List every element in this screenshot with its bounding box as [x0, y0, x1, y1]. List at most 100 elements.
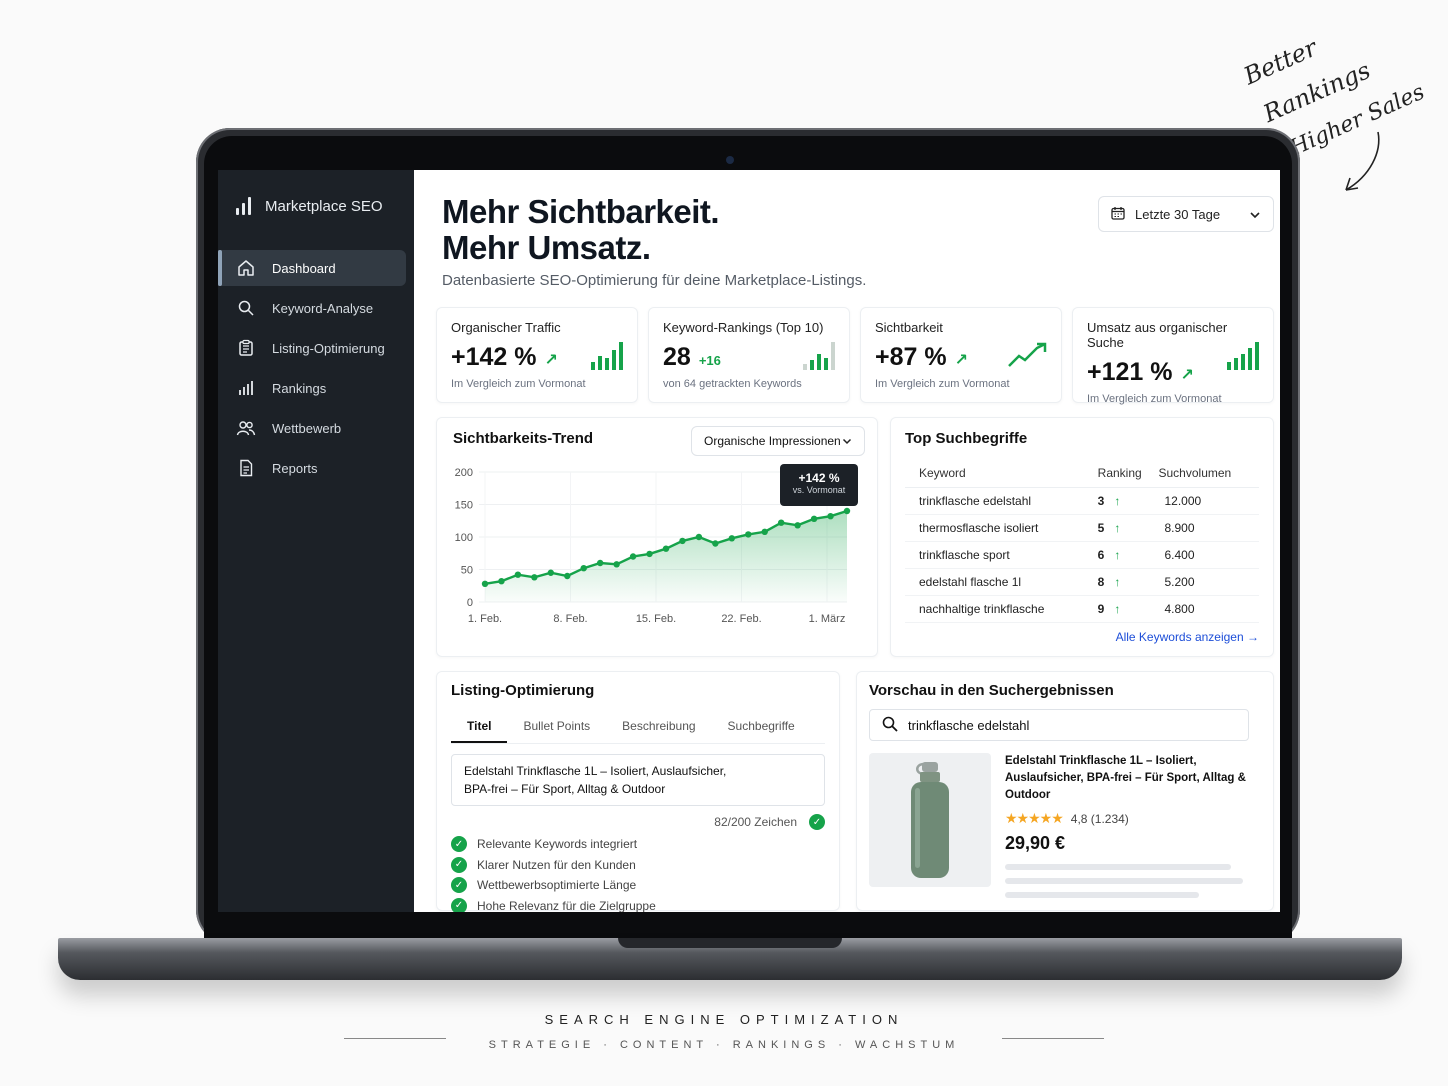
data-point — [564, 572, 571, 580]
sidebar-item-rankings[interactable]: Rankings — [218, 370, 406, 406]
tab-titel[interactable]: Titel — [451, 713, 508, 743]
kpi-note: von 64 getrackten Keywords — [663, 378, 802, 390]
list-item: ✓ Wettbewerbsoptimierte Länge — [451, 875, 825, 896]
char-count-row: 82/200 Zeichen ✓ — [451, 814, 825, 830]
visibility-trend-card: Sichtbarkeits-Trend Organische Impressio… — [436, 417, 878, 657]
placeholder-line — [1005, 864, 1231, 870]
check-label: Wettbewerbsoptimierte Länge — [477, 878, 637, 893]
tooltip-value: +142 % — [798, 471, 840, 485]
kpi-card-organic-traffic[interactable]: Organischer Traffic +142 % ↗ Im Vergleic… — [436, 307, 638, 403]
data-point — [547, 569, 555, 576]
sidebar-item-wettbewerb[interactable]: Wettbewerb — [218, 410, 406, 446]
x-tick-label: 15. Feb. — [636, 613, 676, 625]
list-item: ✓ Klarer Nutzen für den Kunden — [451, 855, 825, 876]
data-point — [596, 559, 604, 567]
tab-bullet-points[interactable]: Bullet Points — [507, 713, 606, 743]
mini-bar-chart-icon — [803, 342, 835, 370]
data-point — [481, 580, 489, 587]
list-item: ✓ Hohe Relevanz für die Zielgruppe — [451, 896, 825, 912]
data-point — [761, 528, 768, 535]
data-point — [810, 515, 818, 522]
kpi-label: Organischer Traffic — [451, 320, 561, 335]
data-point — [843, 507, 851, 515]
laptop-notch — [618, 938, 842, 948]
kpi-note: Im Vergleich zum Vormonat — [875, 378, 1010, 390]
trend-up-arrow-icon: ↗ — [1180, 367, 1194, 384]
card-title: Listing-Optimierung — [451, 682, 595, 699]
sidebar-item-reports[interactable]: Reports — [218, 450, 406, 486]
mini-bar-chart-icon — [591, 342, 623, 370]
all-keywords-link[interactable]: Alle Keywords anzeigen → — [1116, 630, 1259, 644]
listing-title-field[interactable]: Edelstahl Trinkflasche 1L – Isoliert, Au… — [451, 754, 825, 806]
kpi-label: Sichtbarkeit — [875, 320, 943, 335]
y-tick-label: 200 — [455, 467, 473, 479]
table-row[interactable]: trinkflasche sport 6 ↑ 6.400 — [905, 541, 1259, 569]
sidebar-item-listing-optimierung[interactable]: Listing-Optimierung — [218, 330, 406, 366]
table-row[interactable]: edelstahl flasche 1l 8 ↑ 5.200 — [905, 568, 1259, 596]
sidebar-item-label: Dashboard — [272, 260, 336, 276]
table-row[interactable]: trinkflasche edelstahl 3 ↑ 12.000 — [905, 487, 1259, 515]
rank-cell: 8 ↑ — [1097, 568, 1159, 596]
row-listing-serp: Listing-Optimierung Titel Bullet Points … — [436, 671, 1274, 912]
bottle-image — [911, 762, 949, 878]
listing-optimization-card: Listing-Optimierung Titel Bullet Points … — [436, 671, 840, 912]
result-title-line-1: Edelstahl Trinkflasche 1L – Isoliert, — [1005, 755, 1197, 767]
x-tick-label: 8. Feb. — [553, 613, 587, 625]
y-tick-label: 100 — [455, 532, 473, 544]
date-range-dropdown[interactable]: Letzte 30 Tage — [1098, 196, 1274, 232]
search-icon — [236, 298, 256, 318]
footer-caption: SEARCH ENGINE OPTIMIZATION STRATEGIE · C… — [0, 1012, 1448, 1051]
search-input[interactable]: trinkflasche edelstahl — [869, 709, 1249, 741]
bar-chart-logo-icon — [236, 197, 251, 215]
y-tick-label: 0 — [467, 597, 473, 609]
table-row[interactable]: nachhaltige trinkflasche 9 ↑ 4.800 — [905, 595, 1259, 623]
arrow-up-icon: ↑ — [1114, 574, 1121, 589]
page-subtitle: Datenbasierte SEO-Optimierung für deine … — [442, 272, 867, 289]
kpi-card-keyword-rankings[interactable]: Keyword-Rankings (Top 10) 28 +16 von 64 … — [648, 307, 850, 403]
rating: ★★★★★ 4,8 (1.234) — [1005, 810, 1261, 827]
kpi-card-umsatz[interactable]: Umsatz aus organischer Suche +121 % ↗ Im… — [1072, 307, 1274, 405]
rank-cell: 5 ↑ — [1097, 514, 1159, 542]
check-circle-icon: ✓ — [451, 836, 467, 853]
result-title[interactable]: Edelstahl Trinkflasche 1L – Isoliert, Au… — [1005, 753, 1261, 804]
data-point — [613, 561, 620, 568]
clipboard-icon — [236, 338, 256, 358]
data-point — [777, 519, 785, 526]
kpi-row: Organischer Traffic +142 % ↗ Im Vergleic… — [436, 307, 1274, 405]
keyword-cell: edelstahl flasche 1l — [905, 568, 1098, 596]
table-row[interactable]: thermosflasche isoliert 5 ↑ 8.900 — [905, 514, 1259, 542]
result-title-line-2: Auslaufsicher, BPA-frei – Für Sport, All… — [1005, 772, 1246, 801]
trend-line-icon — [1008, 342, 1047, 367]
tab-beschreibung[interactable]: Beschreibung — [606, 713, 711, 743]
data-point — [629, 553, 637, 560]
data-point — [679, 537, 686, 545]
chart-tooltip: +142 % vs. Vormonat — [780, 464, 858, 506]
sidebar-item-keyword-analyse[interactable]: Keyword-Analyse — [218, 290, 406, 326]
keyword-cell: nachhaltige trinkflasche — [905, 595, 1098, 623]
date-range-label: Letzte 30 Tage — [1135, 206, 1221, 222]
laptop-base — [58, 938, 1402, 980]
quality-checklist: ✓ Relevante Keywords integriert ✓ Klarer N… — [451, 834, 825, 912]
kpi-delta-value: +16 — [698, 353, 721, 368]
listing-title-line-2: BPA-frei – Für Sport, Alltag & Outdoor — [464, 782, 666, 796]
search-icon — [882, 716, 898, 735]
kpi-note: Im Vergleich zum Vormonat — [451, 378, 586, 390]
volume-cell: 8.900 — [1158, 514, 1259, 542]
arrow-up-icon: ↑ — [1114, 547, 1121, 562]
volume-cell: 12.000 — [1158, 487, 1259, 515]
result-details: Edelstahl Trinkflasche 1L – Isoliert, Au… — [1005, 753, 1261, 898]
volume-cell: 6.400 — [1158, 541, 1259, 569]
tab-suchbegriffe[interactable]: Suchbegriffe — [712, 713, 811, 743]
title-line-1: Mehr Sichtbarkeit. — [442, 193, 720, 230]
search-result[interactable]: Edelstahl Trinkflasche 1L – Isoliert, Au… — [869, 753, 1261, 898]
data-point — [794, 522, 801, 529]
data-point — [531, 574, 538, 581]
brand[interactable]: Marketplace SEO — [218, 192, 414, 220]
sidebar-item-dashboard[interactable]: Dashboard — [218, 250, 406, 286]
metric-select[interactable]: Organische Impressionen — [691, 426, 865, 456]
card-title: Vorschau in den Suchergebnissen — [869, 682, 1114, 699]
listing-tabs: Titel Bullet Points Beschreibung Suchbeg… — [451, 713, 825, 744]
camera-icon — [726, 156, 734, 164]
kpi-card-sichtbarkeit[interactable]: Sichtbarkeit +87 % ↗ Im Vergleich zum Vo… — [860, 307, 1062, 403]
search-query: trinkflasche edelstahl — [908, 717, 1030, 733]
